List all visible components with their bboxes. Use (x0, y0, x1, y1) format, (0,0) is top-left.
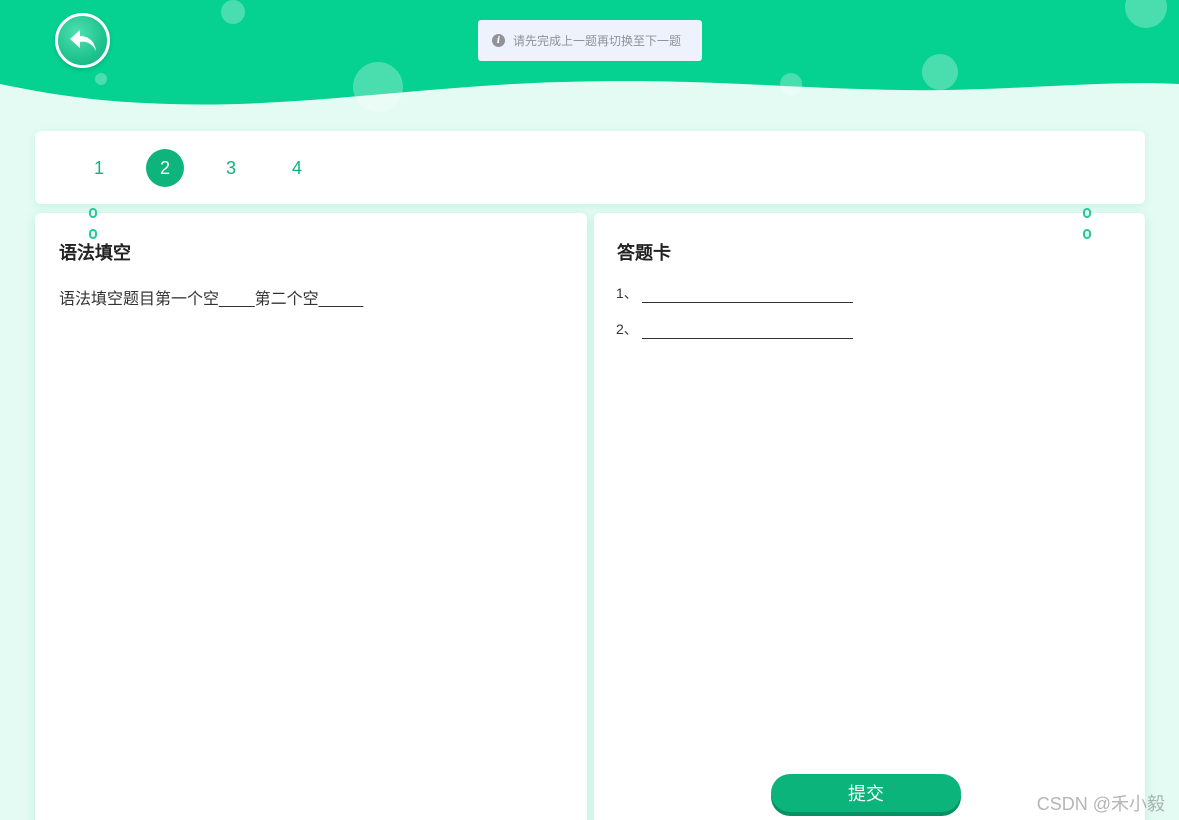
answer-label-2: 2、 (616, 321, 638, 337)
question-text: 语法填空题目第一个空____第二个空_____ (59, 285, 363, 309)
decor-bubble (780, 73, 802, 95)
decor-bubble (922, 54, 958, 90)
binder-ring (89, 208, 97, 218)
question-blank-2: _____ (318, 291, 364, 308)
binder-ring (89, 229, 97, 239)
reply-arrow-icon (69, 29, 96, 51)
question-text-part: 第二个空 (254, 291, 319, 308)
answer-label-1: 1、 (616, 285, 638, 301)
question-nav-item-2[interactable]: 2 (146, 149, 184, 187)
answer-input-2[interactable] (641, 321, 853, 339)
question-title: 语法填空 (59, 243, 131, 263)
watermark-text: CSDN @禾小毅 (1036, 794, 1165, 814)
notice-toast: i 请先完成上一题再切换至下一题 (478, 20, 702, 61)
question-nav-item-1[interactable]: 1 (80, 149, 118, 187)
decor-bubble (353, 62, 403, 112)
question-nav-item-3[interactable]: 3 (212, 149, 250, 187)
answer-row-1: 1、 (616, 283, 853, 303)
answer-row-2: 2、 (616, 319, 853, 339)
submit-button[interactable]: 提交 (771, 774, 961, 812)
question-blank-1: ____ (219, 291, 255, 308)
decor-bubble (221, 0, 245, 24)
binder-ring (1083, 208, 1091, 218)
question-nav: 1 2 3 4 (35, 131, 1145, 204)
answer-input-1[interactable] (641, 285, 853, 303)
answer-card-panel: 答题卡 1、 2、 提交 (594, 213, 1145, 820)
toast-message: 请先完成上一题再切换至下一题 (513, 34, 682, 48)
question-text-part: 语法填空题目第一个空 (59, 291, 220, 308)
binder-ring (1083, 229, 1091, 239)
quiz-page: i 请先完成上一题再切换至下一题 1 2 3 4 语法填空 语法填空题目第一个空… (0, 0, 1179, 820)
question-panel: 语法填空 语法填空题目第一个空____第二个空_____ (35, 213, 587, 820)
question-nav-item-4[interactable]: 4 (278, 149, 316, 187)
info-icon: i (492, 34, 505, 47)
answer-card-title: 答题卡 (617, 243, 671, 263)
back-button[interactable] (55, 13, 110, 68)
decor-bubble (95, 73, 107, 85)
